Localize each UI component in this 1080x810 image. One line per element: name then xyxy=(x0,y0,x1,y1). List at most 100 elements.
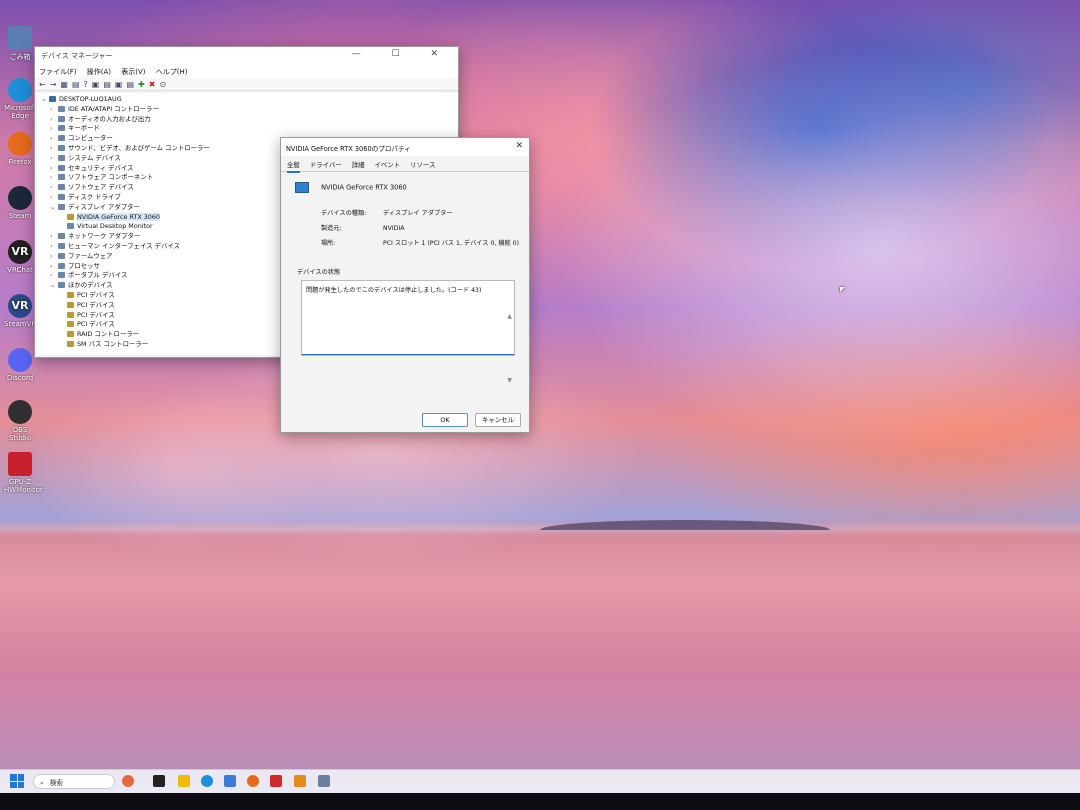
chevron-icon[interactable]: › xyxy=(50,262,58,272)
chevron-icon[interactable]: › xyxy=(50,271,58,281)
desktop-shortcut[interactable]: GPU-Z HWMonitor xyxy=(4,452,43,494)
tab-details[interactable]: 詳細 xyxy=(352,161,365,169)
toolbar-button[interactable]: ? xyxy=(84,80,88,89)
warning-device-icon xyxy=(67,291,74,298)
desktop-shortcut[interactable]: Discord xyxy=(4,348,36,382)
menu-help[interactable]: ヘルプ(H) xyxy=(156,68,188,76)
chevron-icon[interactable]: › xyxy=(50,134,58,144)
device-status-text: 問題が発生したのでこのデバイスは停止しました。(コード 43) xyxy=(306,287,482,294)
toolbar-button[interactable]: ▣ xyxy=(92,80,100,89)
chevron-icon[interactable]: › xyxy=(50,183,58,193)
chevron-icon[interactable]: › xyxy=(50,242,58,252)
desktop-shortcut[interactable]: Firefox xyxy=(4,132,36,166)
chevron-icon[interactable]: ⌄ xyxy=(50,281,58,291)
device-status-label: デバイスの状態 xyxy=(297,269,341,276)
tree-node-label: ヒューマン インターフェイス デバイス xyxy=(68,241,180,250)
photos-icon[interactable] xyxy=(224,775,236,787)
toolbar-button[interactable]: ⊙ xyxy=(159,80,166,89)
chevron-icon[interactable]: › xyxy=(50,144,58,154)
properties-titlebar[interactable]: NVIDIA GeForce RTX 3060のプロパティ ✕ xyxy=(281,138,529,156)
desktop-shortcut-label: Discord xyxy=(6,374,34,382)
chevron-icon[interactable]: › xyxy=(50,115,58,125)
computer-icon xyxy=(49,96,56,102)
chevron-icon[interactable]: › xyxy=(50,105,58,115)
tree-node-label: PCI デバイス xyxy=(77,310,115,319)
chevron-icon[interactable]: › xyxy=(50,232,58,242)
device-manager-icon[interactable] xyxy=(318,775,330,787)
device-header: NVIDIA GeForce RTX 3060 xyxy=(281,172,529,206)
chevron-icon[interactable]: › xyxy=(50,164,58,174)
device-category-icon xyxy=(58,203,65,210)
widgets-icon[interactable] xyxy=(122,775,134,787)
toolbar-button[interactable]: → xyxy=(50,80,57,89)
tree-node-label: コンピューター xyxy=(68,134,113,143)
start-button[interactable] xyxy=(10,774,24,788)
firefox-icon xyxy=(8,132,32,156)
tree-node-label: PCI デバイス xyxy=(77,290,115,299)
tab-driver[interactable]: ドライバー xyxy=(310,161,342,169)
field-label: 製造元: xyxy=(321,225,342,232)
device-status-textbox[interactable]: 問題が発生したのでこのデバイスは停止しました。(コード 43) ▲ ▼ xyxy=(301,280,515,384)
toolbar-button[interactable]: ← xyxy=(39,80,46,89)
tree-node-label: ディスプレイ アダプター xyxy=(68,202,140,211)
tab-resources[interactable]: リソース xyxy=(410,161,435,169)
chevron-icon[interactable]: ⌄ xyxy=(50,203,58,213)
desktop-shortcut[interactable]: VR VRChat xyxy=(4,240,36,274)
tab-general[interactable]: 全般 xyxy=(287,161,300,173)
tab-events[interactable]: イベント xyxy=(375,161,401,169)
tree-node[interactable]: › キーボード xyxy=(41,124,454,134)
chevron-icon[interactable]: › xyxy=(50,173,58,183)
app-red-icon[interactable] xyxy=(270,775,282,787)
status-scrollbar[interactable]: ▲ ▼ xyxy=(507,285,512,413)
firefox-icon[interactable] xyxy=(247,775,259,787)
desktop-shortcut[interactable]: VR SteamVR xyxy=(4,294,36,328)
cancel-button[interactable]: キャンセル xyxy=(475,413,521,427)
desktop-shortcut[interactable]: OBS Studio xyxy=(4,400,36,442)
tree-node-label: プロセッサ xyxy=(68,261,100,270)
taskbar-search[interactable]: ⌕ 検索 xyxy=(33,774,115,789)
tree-node-label: ネットワーク アダプター xyxy=(68,232,141,241)
device-category-icon xyxy=(58,252,65,259)
menu-action[interactable]: 操作(A) xyxy=(87,68,111,76)
tree-node-label: ソフトウェア コンポーネント xyxy=(68,173,154,182)
chevron-icon[interactable]: › xyxy=(50,124,58,134)
desktop-shortcut[interactable]: Microsoft Edge xyxy=(4,78,36,120)
toolbar-button[interactable]: ▣ xyxy=(115,80,123,89)
menu-view[interactable]: 表示(V) xyxy=(121,68,145,76)
toolbar-button[interactable]: ▦ xyxy=(60,80,68,89)
tree-node[interactable]: ⌄ DESKTOP-LUQ1AUG xyxy=(41,95,454,105)
focus-underline xyxy=(302,354,514,355)
toolbar-button[interactable]: ▤ xyxy=(126,80,134,89)
tree-node[interactable]: › IDE ATA/ATAPI コントローラー xyxy=(41,105,454,115)
desktop-shortcut[interactable]: Steam xyxy=(4,186,36,220)
tree-node-label: RAID コントローラー xyxy=(77,330,140,339)
obs-icon xyxy=(8,400,32,424)
menu-file[interactable]: ファイル(F) xyxy=(39,68,77,76)
device-manager-title: デバイス マネージャー xyxy=(41,52,113,60)
chevron-icon[interactable]: › xyxy=(50,252,58,262)
toolbar-button[interactable]: ▤ xyxy=(72,80,80,89)
chevron-icon[interactable]: ⌄ xyxy=(41,95,49,105)
device-category-icon xyxy=(58,135,65,142)
close-icon[interactable]: ✕ xyxy=(515,141,523,151)
tree-node-label: ほかのデバイス xyxy=(68,281,113,290)
toolbar-button[interactable]: ✖ xyxy=(149,80,156,89)
window-controls[interactable]: — ☐ ✕ xyxy=(352,49,452,59)
steamvr-icon: VR xyxy=(8,294,32,318)
toolbar-button[interactable]: ✚ xyxy=(138,80,145,89)
taskbar: ⌕ 検索 xyxy=(0,769,1080,793)
edge-icon[interactable] xyxy=(201,775,213,787)
desktop: ごみ箱 Microsoft Edge Firefox Steam VR VRChat VR S… xyxy=(0,0,1080,810)
toolbar-button[interactable]: ▤ xyxy=(103,80,111,89)
chevron-icon[interactable]: › xyxy=(50,154,58,164)
device-manager-titlebar[interactable]: デバイス マネージャー — ☐ ✕ xyxy=(35,47,458,65)
tree-node[interactable]: › オーディオの入力および出力 xyxy=(41,115,454,125)
task-view-icon[interactable] xyxy=(153,775,165,787)
desktop-shortcut[interactable]: ごみ箱 xyxy=(4,26,36,62)
file-explorer-icon[interactable] xyxy=(178,775,190,787)
ok-button[interactable]: OK xyxy=(421,413,468,427)
device-fields: デバイスの種類: ディスプレイ アダプター 製造元: NVIDIA 場所: PCI ス… xyxy=(281,206,529,251)
app-orange-icon[interactable] xyxy=(294,775,306,787)
device-category-icon xyxy=(58,242,65,249)
chevron-icon[interactable]: › xyxy=(50,193,58,203)
